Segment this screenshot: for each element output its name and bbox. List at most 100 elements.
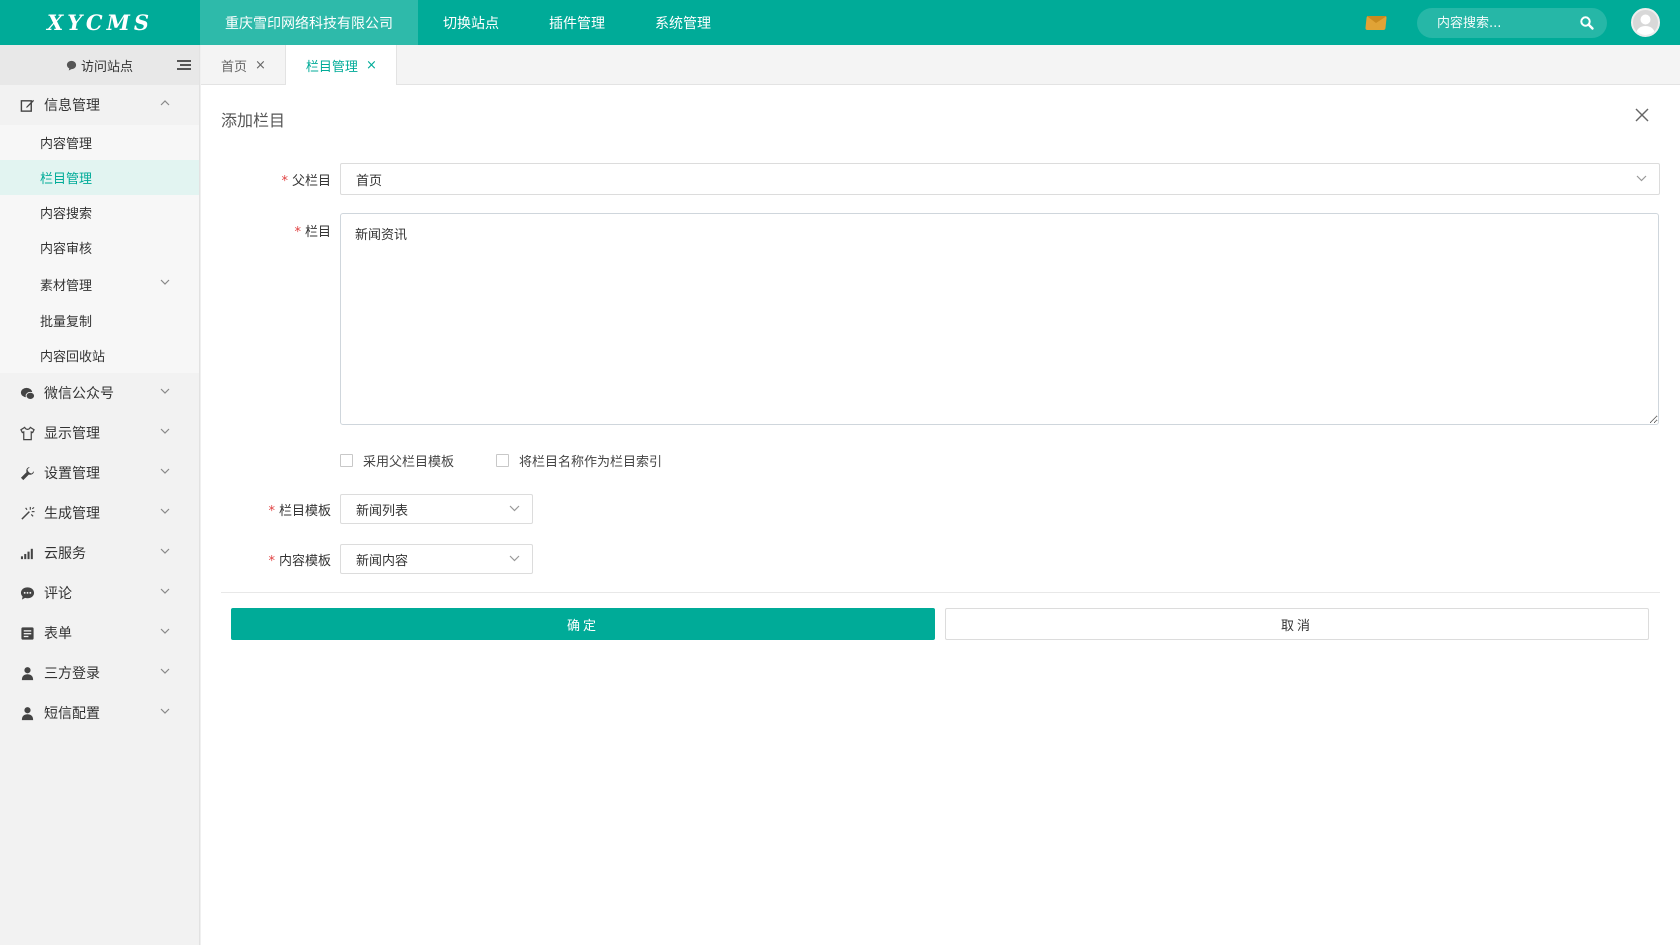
option-use-parent-template[interactable]: 采用父栏目模板	[340, 451, 454, 470]
signal-bars-icon	[19, 545, 35, 561]
menu-group-cloud[interactable]: 云服务	[0, 533, 199, 573]
sidebar-item-materials[interactable]: 素材管理	[0, 265, 199, 303]
user-icon	[19, 705, 35, 721]
menu-group-third-party-login[interactable]: 三方登录	[0, 653, 199, 693]
sidebar-item-content[interactable]: 内容管理	[0, 125, 199, 160]
wrench-icon	[19, 465, 35, 481]
top-nav: 重庆雪印网络科技有限公司 切换站点 插件管理 系统管理	[200, 0, 736, 45]
chevron-down-icon	[509, 505, 520, 512]
chevron-down-icon	[509, 555, 520, 562]
user-avatar[interactable]	[1631, 8, 1660, 37]
comment-icon	[19, 585, 35, 601]
column-name-label: * 栏目	[219, 221, 331, 240]
menu-group-forms[interactable]: 表单	[0, 613, 199, 653]
checkbox[interactable]	[340, 454, 353, 467]
sidebar-item-label: 素材管理	[40, 278, 93, 294]
menu-group-label: 微信公众号	[44, 386, 114, 402]
column-name-textarea[interactable]	[340, 213, 1659, 425]
top-bar: XYCMS 重庆雪印网络科技有限公司 切换站点 插件管理 系统管理	[0, 0, 1680, 45]
menu-group-wechat[interactable]: 微信公众号	[0, 373, 199, 413]
option-name-as-index[interactable]: 将栏目名称作为栏目索引	[496, 451, 662, 470]
required-mark: *	[268, 504, 275, 519]
topnav-item-plugins[interactable]: 插件管理	[524, 0, 630, 45]
close-tab-icon[interactable]: ×	[366, 58, 377, 73]
mail-icon[interactable]	[1365, 16, 1387, 30]
required-mark: *	[294, 225, 301, 240]
column-template-label-text: 栏目模板	[278, 504, 331, 519]
menu-group-comments[interactable]: 评论	[0, 573, 199, 613]
menu-toggle-icon[interactable]	[177, 59, 191, 71]
sidebar-item-content-search[interactable]: 内容搜索	[0, 195, 199, 230]
menu-group-label: 云服务	[44, 546, 86, 562]
brand-logo[interactable]: XYCMS	[0, 0, 200, 45]
form-divider	[221, 592, 1660, 593]
sidebar-item-batch-copy[interactable]: 批量复制	[0, 303, 199, 338]
column-template-value: 新闻列表	[356, 503, 409, 519]
required-mark: *	[268, 554, 275, 569]
chevron-down-icon	[160, 628, 170, 634]
topnav-item-company[interactable]: 重庆雪印网络科技有限公司	[200, 0, 418, 45]
topnav-item-system[interactable]: 系统管理	[630, 0, 736, 45]
tab-label: 栏目管理	[305, 60, 358, 75]
sidebar: 访问站点 信息管理 内容管理 栏目管理 内容搜索 内容审核 素材管理 批量复制 …	[0, 45, 200, 945]
menu-group-settings[interactable]: 设置管理	[0, 453, 199, 493]
visit-site-label: 访问站点	[80, 59, 133, 75]
chevron-down-icon	[160, 388, 170, 394]
required-mark: *	[281, 174, 288, 189]
user-icon	[19, 665, 35, 681]
menu-group-sms[interactable]: 短信配置	[0, 693, 199, 733]
menu-group-label: 信息管理	[44, 98, 100, 114]
tab-home[interactable]: 首页 ×	[201, 45, 286, 85]
page-title: 添加栏目	[221, 111, 286, 130]
chevron-down-icon	[160, 588, 170, 594]
visit-site-link[interactable]: 访问站点	[0, 45, 199, 85]
chevron-down-icon	[160, 708, 170, 714]
chevron-down-icon	[160, 548, 170, 554]
parent-column-value: 首页	[356, 173, 383, 189]
content-template-value: 新闻内容	[356, 553, 409, 569]
cancel-button[interactable]: 取消	[945, 608, 1649, 640]
content-template-select[interactable]: 新闻内容	[340, 544, 533, 574]
search-icon[interactable]	[1579, 15, 1595, 31]
menu-group-generate[interactable]: 生成管理	[0, 493, 199, 533]
sidebar-item-recycle-bin[interactable]: 内容回收站	[0, 338, 199, 373]
tab-bar: 首页 × 栏目管理 ×	[201, 45, 1680, 86]
user-avatar-icon	[1636, 14, 1655, 35]
chat-bubble-icon	[66, 60, 77, 71]
parent-column-label: * 父栏目	[219, 170, 331, 189]
tab-label: 首页	[221, 59, 248, 75]
search-input[interactable]	[1417, 8, 1577, 38]
chevron-up-icon	[160, 100, 170, 106]
submit-button[interactable]: 确定	[231, 608, 935, 640]
close-tab-icon[interactable]: ×	[255, 58, 266, 73]
parent-column-select[interactable]: 首页	[340, 163, 1660, 195]
form-icon	[19, 625, 35, 641]
shirt-icon	[19, 425, 35, 441]
tab-column-management[interactable]: 栏目管理 ×	[285, 45, 397, 86]
menu-group-info[interactable]: 信息管理	[0, 85, 199, 125]
parent-column-label-text: 父栏目	[291, 174, 331, 189]
option-label: 采用父栏目模板	[363, 455, 455, 470]
column-template-label: * 栏目模板	[219, 500, 331, 519]
menu-group-label: 三方登录	[44, 666, 100, 682]
edit-icon	[19, 97, 35, 113]
menu-group-label: 表单	[44, 626, 72, 642]
sidebar-item-columns[interactable]: 栏目管理	[0, 160, 199, 195]
chevron-down-icon	[1636, 175, 1647, 182]
menu-group-display[interactable]: 显示管理	[0, 413, 199, 453]
chevron-down-icon	[160, 468, 170, 474]
option-label: 将栏目名称作为栏目索引	[519, 455, 663, 470]
content-template-label: * 内容模板	[219, 550, 331, 569]
column-name-label-text: 栏目	[304, 225, 331, 240]
wechat-icon	[19, 385, 35, 401]
sidebar-item-content-review[interactable]: 内容审核	[0, 230, 199, 265]
menu-group-label: 生成管理	[44, 506, 100, 522]
close-icon[interactable]	[1635, 108, 1649, 122]
search-box	[1417, 8, 1607, 38]
content-template-label-text: 内容模板	[278, 554, 331, 569]
magic-wand-icon	[19, 505, 35, 521]
topnav-item-switch-site[interactable]: 切换站点	[418, 0, 524, 45]
column-template-select[interactable]: 新闻列表	[340, 494, 533, 524]
checkbox[interactable]	[496, 454, 509, 467]
menu-group-label: 评论	[44, 586, 72, 602]
